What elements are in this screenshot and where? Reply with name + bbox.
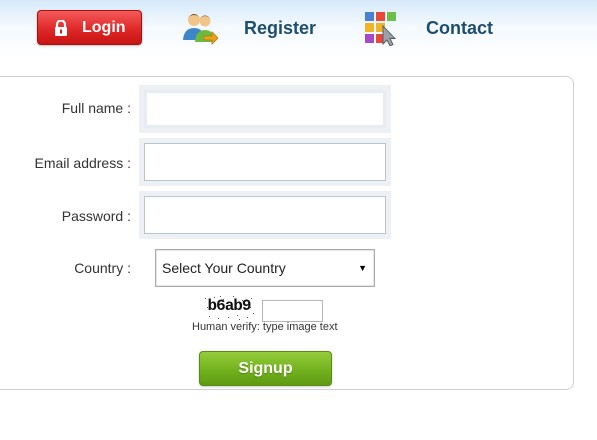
password-field[interactable]	[144, 196, 386, 234]
fullname-field-wrap	[139, 85, 391, 133]
nav-register[interactable]: Register	[182, 8, 316, 48]
country-selected-value: Select Your Country	[162, 260, 286, 276]
password-field-wrap	[139, 191, 391, 239]
country-select[interactable]: Select Your Country ▼	[155, 249, 375, 287]
top-nav-bar: Login Register Contact	[0, 0, 597, 58]
chevron-down-icon: ▼	[358, 263, 367, 273]
captcha-text: b6ab9	[207, 297, 251, 315]
captcha-help-text: Human verify: type image text	[192, 321, 338, 333]
contact-label: Contact	[426, 17, 493, 38]
password-label: Password :	[61, 208, 131, 224]
nav-contact[interactable]: Contact	[364, 8, 493, 48]
login-label: Login	[82, 18, 126, 36]
email-field[interactable]	[144, 143, 386, 181]
signup-button[interactable]: Signup	[199, 351, 332, 386]
users-icon	[183, 14, 218, 45]
fullname-label: Full name :	[61, 100, 131, 116]
signup-page: Login Register Contact Full name: Email…	[0, 0, 597, 440]
captcha-image: b6ab9	[203, 295, 255, 321]
color-grid-cursor-icon	[365, 12, 397, 46]
email-label: Email address :	[34, 155, 131, 171]
lock-icon	[55, 19, 67, 36]
fullname-field[interactable]	[144, 90, 386, 128]
email-field-wrap	[139, 138, 391, 186]
country-label: Country :	[74, 260, 131, 276]
captcha-input[interactable]	[262, 300, 323, 322]
login-button[interactable]: Login	[37, 10, 142, 45]
register-label: Register	[244, 17, 317, 38]
